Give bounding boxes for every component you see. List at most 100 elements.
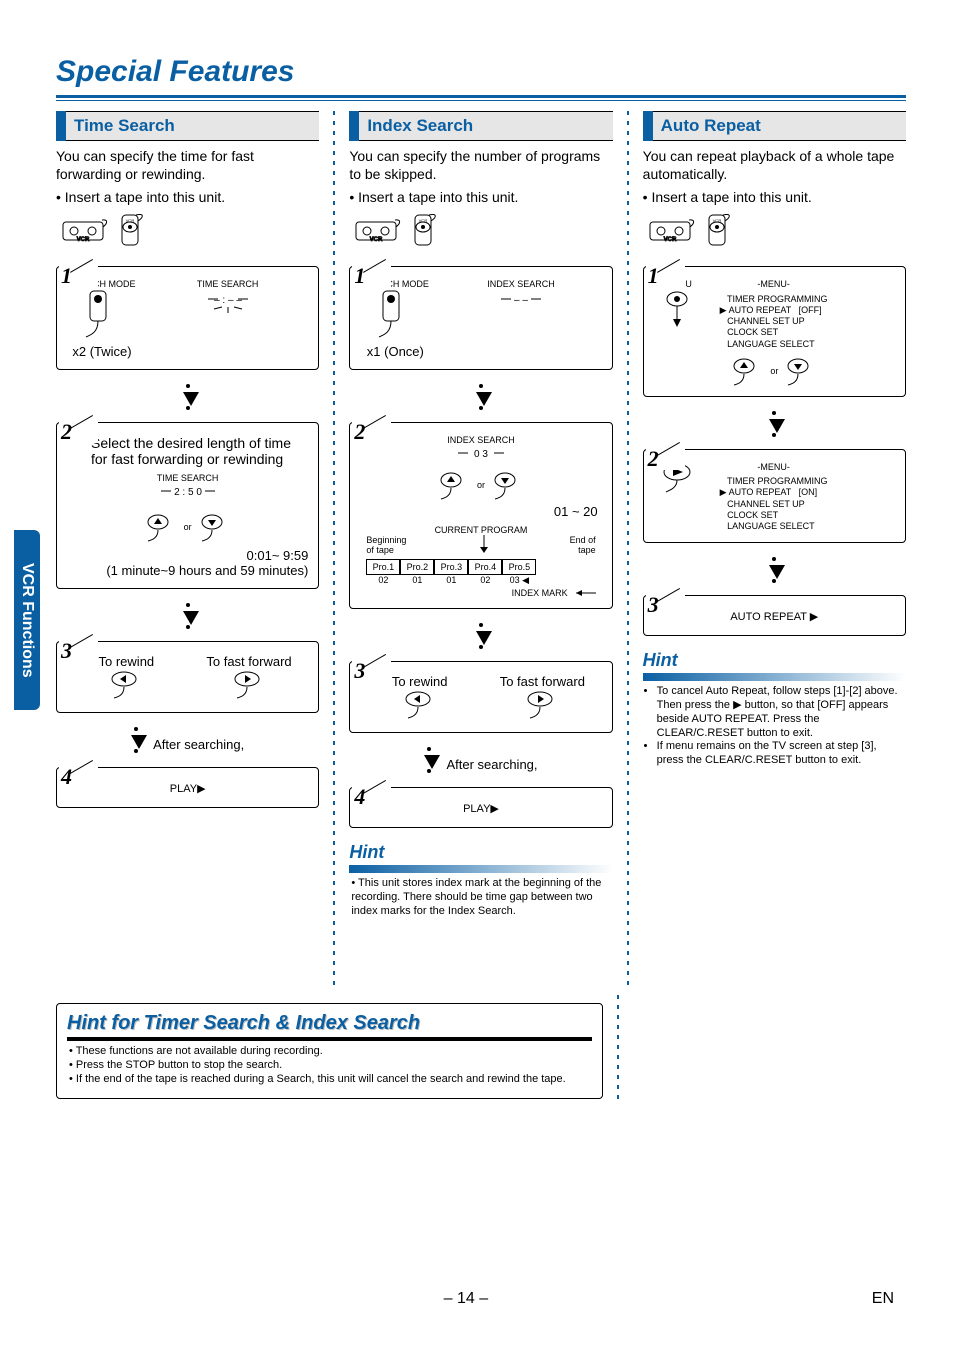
rewind-button-icon xyxy=(404,689,436,719)
index-step-2: 2 INDEX SEARCH 0 3 or 01 ~ 20 CURRENT PR… xyxy=(349,422,612,609)
combined-hint-box: Hint for Timer Search & Index Search • T… xyxy=(56,1003,603,1099)
up-button-icon xyxy=(439,470,469,500)
svg-text:– –: – – xyxy=(514,295,528,306)
up-button-icon xyxy=(732,356,762,386)
heading-index-search: Index Search xyxy=(349,111,612,141)
osd-auto-repeat: AUTO REPEAT ▶ xyxy=(654,608,895,625)
step-number: 1 xyxy=(646,265,685,287)
step-number: 2 xyxy=(646,448,685,470)
hint-heading: Hint xyxy=(643,650,906,671)
step-number: 1 xyxy=(59,265,98,287)
bullet-index-search: • Insert a tape into this unit. xyxy=(349,189,612,205)
rewind-button-icon xyxy=(110,669,142,699)
index-step-3: 3 To rewind To fast forward xyxy=(349,661,612,733)
menu-button-icon xyxy=(663,289,695,333)
col-time-search: Time Search You can specify the time for… xyxy=(56,111,319,991)
down-arrow-icon xyxy=(424,747,434,777)
remote-search-icon xyxy=(84,289,120,339)
time-step-3: 3 To rewind To fast forward xyxy=(56,641,319,713)
up-button-icon xyxy=(146,512,176,542)
program-table: Pro.1Pro.2Pro.3Pro.4Pro.5 0201010203 ◀ xyxy=(366,559,595,586)
auto-step-3: 3 AUTO REPEAT ▶ xyxy=(643,595,906,636)
step-number: 3 xyxy=(352,660,391,682)
cassette-icon: VCR xyxy=(649,217,697,248)
heading-auto-repeat: Auto Repeat xyxy=(643,111,906,141)
osd-value-icon: 2 : 5 0 xyxy=(153,483,223,507)
osd-play: PLAY▶ xyxy=(360,800,601,817)
or-label: or xyxy=(184,522,192,532)
index-range: 01 ~ 20 xyxy=(360,504,597,519)
intro-auto-repeat: You can repeat playback of a whole tape … xyxy=(643,147,906,183)
down-button-icon xyxy=(200,512,230,542)
hint-rule xyxy=(643,673,906,681)
svg-text:VCR: VCR xyxy=(712,218,721,223)
page-footer: – 14 – EN xyxy=(0,1290,954,1308)
osd-label: TIME SEARCH xyxy=(67,473,308,483)
osd-cursor-icon: – – xyxy=(491,289,551,317)
osd-play: PLAY▶ xyxy=(67,780,308,797)
down-arrow-icon xyxy=(131,727,141,757)
remote-icon: VCR xyxy=(118,213,146,252)
tape-end-label: End of tape xyxy=(556,535,596,555)
to-ff-label: To fast forward xyxy=(190,654,309,669)
osd-cursor-icon: – : – – xyxy=(198,289,258,317)
page-number: – 14 – xyxy=(444,1290,488,1308)
remote-search-icon xyxy=(377,289,413,339)
step-number: 2 xyxy=(352,421,391,443)
combined-hint-title: Hint for Timer Search & Index Search xyxy=(67,1012,592,1035)
to-ff-label: To fast forward xyxy=(483,674,602,689)
press-count: x1 (Once) xyxy=(360,344,430,359)
down-button-icon xyxy=(786,356,816,386)
osd-label: INDEX SEARCH xyxy=(360,435,601,445)
svg-text:VCR: VCR xyxy=(419,218,428,223)
cassette-icon: VCR xyxy=(62,217,110,248)
ff-button-icon xyxy=(526,689,558,719)
time-step-2: 2 Select the desired length of time for … xyxy=(56,422,319,589)
step-number: 2 xyxy=(59,421,98,443)
combined-hint-body: • These functions are not available duri… xyxy=(67,1041,592,1090)
press-count: x2 (Twice) xyxy=(67,344,137,359)
page-title: Special Features xyxy=(56,55,906,89)
down-arrow-icon xyxy=(183,384,193,410)
time-range-note: (1 minute~9 hours and 59 minutes) xyxy=(67,563,308,578)
hint-body-auto: To cancel Auto Repeat, follow steps [1]-… xyxy=(643,681,906,772)
hint-heading: Hint xyxy=(349,842,612,863)
lang-code: EN xyxy=(872,1290,894,1308)
down-arrow-icon xyxy=(183,603,193,629)
after-searching-label: After searching, xyxy=(446,757,537,772)
svg-text:VCR: VCR xyxy=(370,237,383,243)
title-rule xyxy=(56,95,906,101)
intro-time-search: You can specify the time for fast forwar… xyxy=(56,147,319,183)
osd-value-icon: 0 3 xyxy=(446,445,516,465)
column-separator xyxy=(627,111,629,991)
menu-osd-list: TIMER PROGRAMMING▶ AUTO REPEAT [OFF] CHA… xyxy=(720,294,828,350)
time-range: 0:01~ 9:59 xyxy=(67,548,308,563)
index-step-4: 4 PLAY▶ xyxy=(349,787,612,828)
cassette-icon: VCR xyxy=(355,217,403,248)
index-mark-label: INDEX MARK xyxy=(512,588,568,598)
svg-text:0 3: 0 3 xyxy=(474,449,488,460)
svg-text:VCR: VCR xyxy=(126,218,135,223)
col-index-search: Index Search You can specify the number … xyxy=(349,111,612,991)
down-button-icon xyxy=(493,470,523,500)
ff-button-icon xyxy=(233,669,265,699)
down-arrow-icon xyxy=(476,623,486,649)
menu-osd-title: -MENU- xyxy=(720,462,828,473)
osd-time-search: TIME SEARCH xyxy=(147,279,308,289)
auto-step-2: 2 -MENU- TIMER PROGRAMMING▶ AUTO REPEAT … xyxy=(643,449,906,544)
step-number: 3 xyxy=(59,640,98,662)
step-number: 4 xyxy=(352,786,391,808)
after-searching-label: After searching, xyxy=(153,737,244,752)
step2-instruction: Select the desired length of time for fa… xyxy=(91,435,308,467)
step-number: 4 xyxy=(59,766,98,788)
current-program-label: CURRENT PROGRAM xyxy=(366,525,595,535)
svg-text:VCR: VCR xyxy=(77,237,90,243)
time-step-4: 4 PLAY▶ xyxy=(56,767,319,808)
osd-index-search: INDEX SEARCH xyxy=(440,279,601,289)
side-tab-vcr-functions: VCR Functions xyxy=(14,530,40,710)
bullet-time-search: • Insert a tape into this unit. xyxy=(56,189,319,205)
hint-body-index: • This unit stores index mark at the beg… xyxy=(349,873,612,922)
svg-text:VCR: VCR xyxy=(663,237,676,243)
or-label: or xyxy=(770,366,778,376)
index-step-1: 1 SEARCH MODE x1 (Once) INDEX SEARCH – – xyxy=(349,266,612,370)
